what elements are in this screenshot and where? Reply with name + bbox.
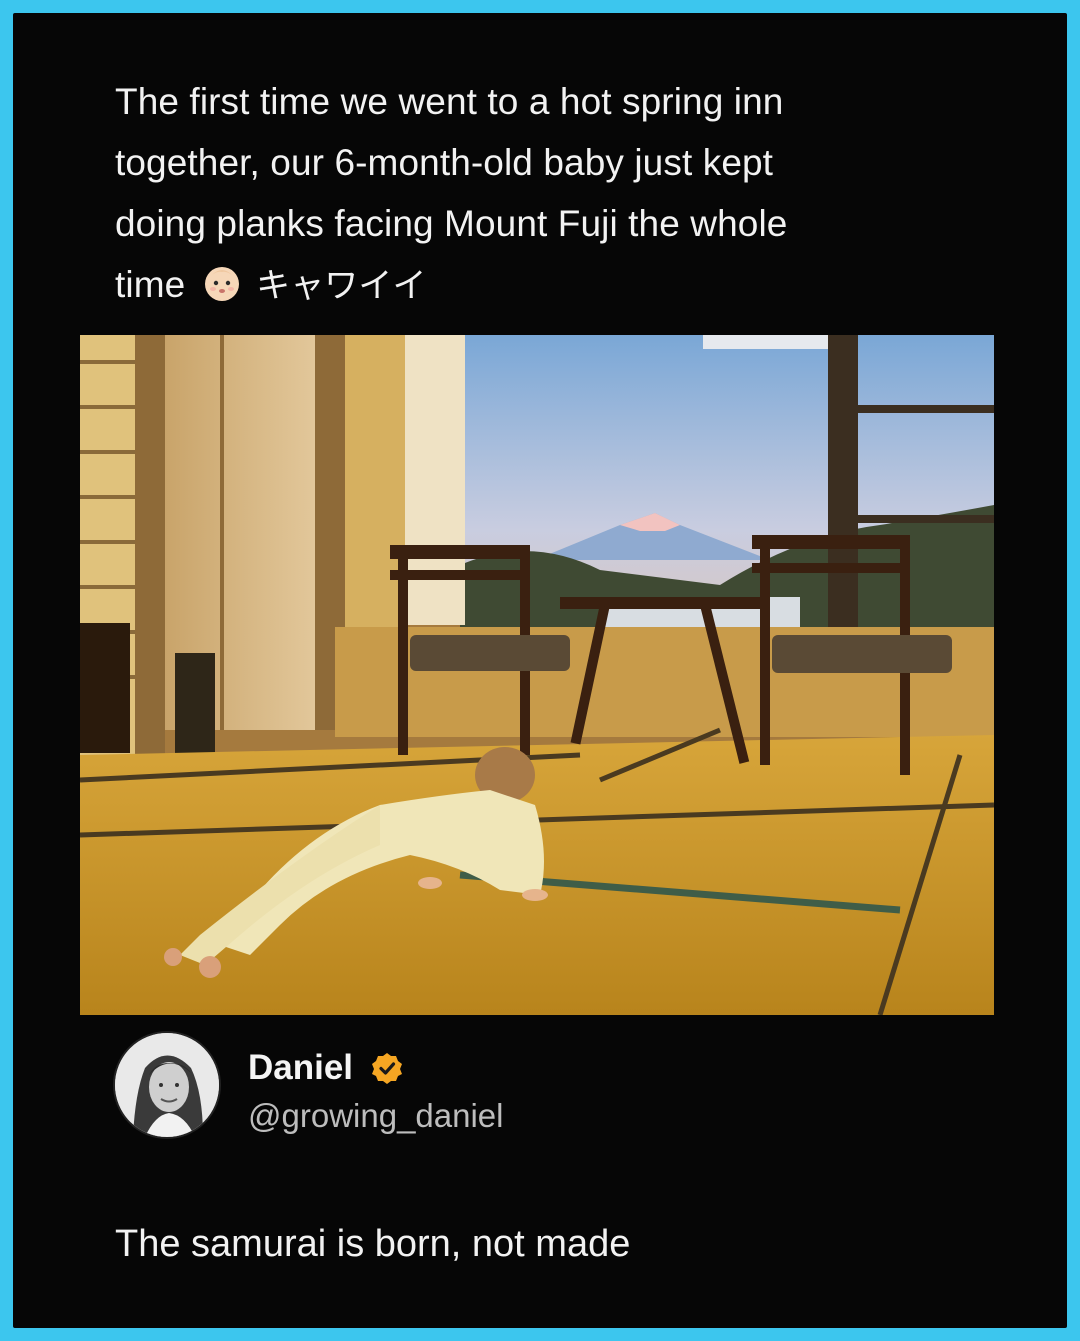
reply-text: The samurai is born, not made	[115, 1223, 631, 1265]
post-photo[interactable]	[80, 335, 994, 1015]
baby-face-emoji-icon	[202, 260, 242, 301]
verified-badge-icon	[371, 1052, 403, 1084]
post-text-line-1: The first time we went to a hot spring i…	[115, 81, 784, 122]
post-text-line-4: time キャワイイ	[115, 254, 975, 317]
avatar-image	[115, 1033, 219, 1137]
avatar[interactable]	[113, 1031, 221, 1139]
baby-plank-photo	[80, 335, 994, 1015]
post-card: The first time we went to a hot spring i…	[13, 13, 1067, 1328]
post-text: The first time we went to a hot spring i…	[115, 71, 975, 317]
author-name-text: Daniel	[248, 1048, 354, 1087]
post-text-line-3: doing planks facing Mount Fuji the whole	[115, 203, 788, 244]
author-name[interactable]: Daniel	[248, 1048, 403, 1088]
kawaii-text: キャワイイ	[256, 266, 427, 306]
post-text-time: time	[115, 264, 186, 305]
post-text-line-2: together, our 6-month-old baby just kept	[115, 142, 774, 183]
author-handle[interactable]: @growing_daniel	[248, 1097, 504, 1135]
